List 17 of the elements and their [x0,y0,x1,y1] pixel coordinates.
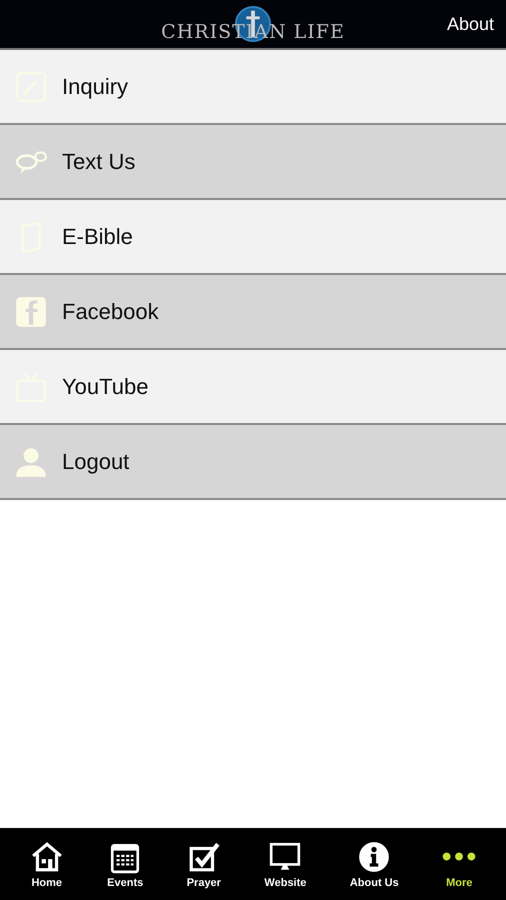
about-button[interactable]: About [446,14,494,35]
tab[interactable]: Website [260,828,310,900]
tab[interactable]: About Us [346,828,403,900]
menu-item[interactable]: YouTube [0,350,506,425]
facebook-icon [14,294,48,328]
menu-item[interactable]: Text Us [0,125,506,200]
menu-item[interactable]: E-Bible [0,200,506,275]
menu-item[interactable]: Facebook [0,275,506,350]
info-icon [357,840,392,874]
tab[interactable]: Home [26,828,68,900]
home-icon [30,840,64,874]
menu-item[interactable]: Inquiry [0,50,506,125]
tab[interactable]: Prayer [182,828,225,900]
menu-item[interactable]: Logout [0,425,506,500]
tab[interactable]: More [438,828,480,900]
tab[interactable]: Events [103,828,148,900]
more-dots-icon [442,852,476,860]
